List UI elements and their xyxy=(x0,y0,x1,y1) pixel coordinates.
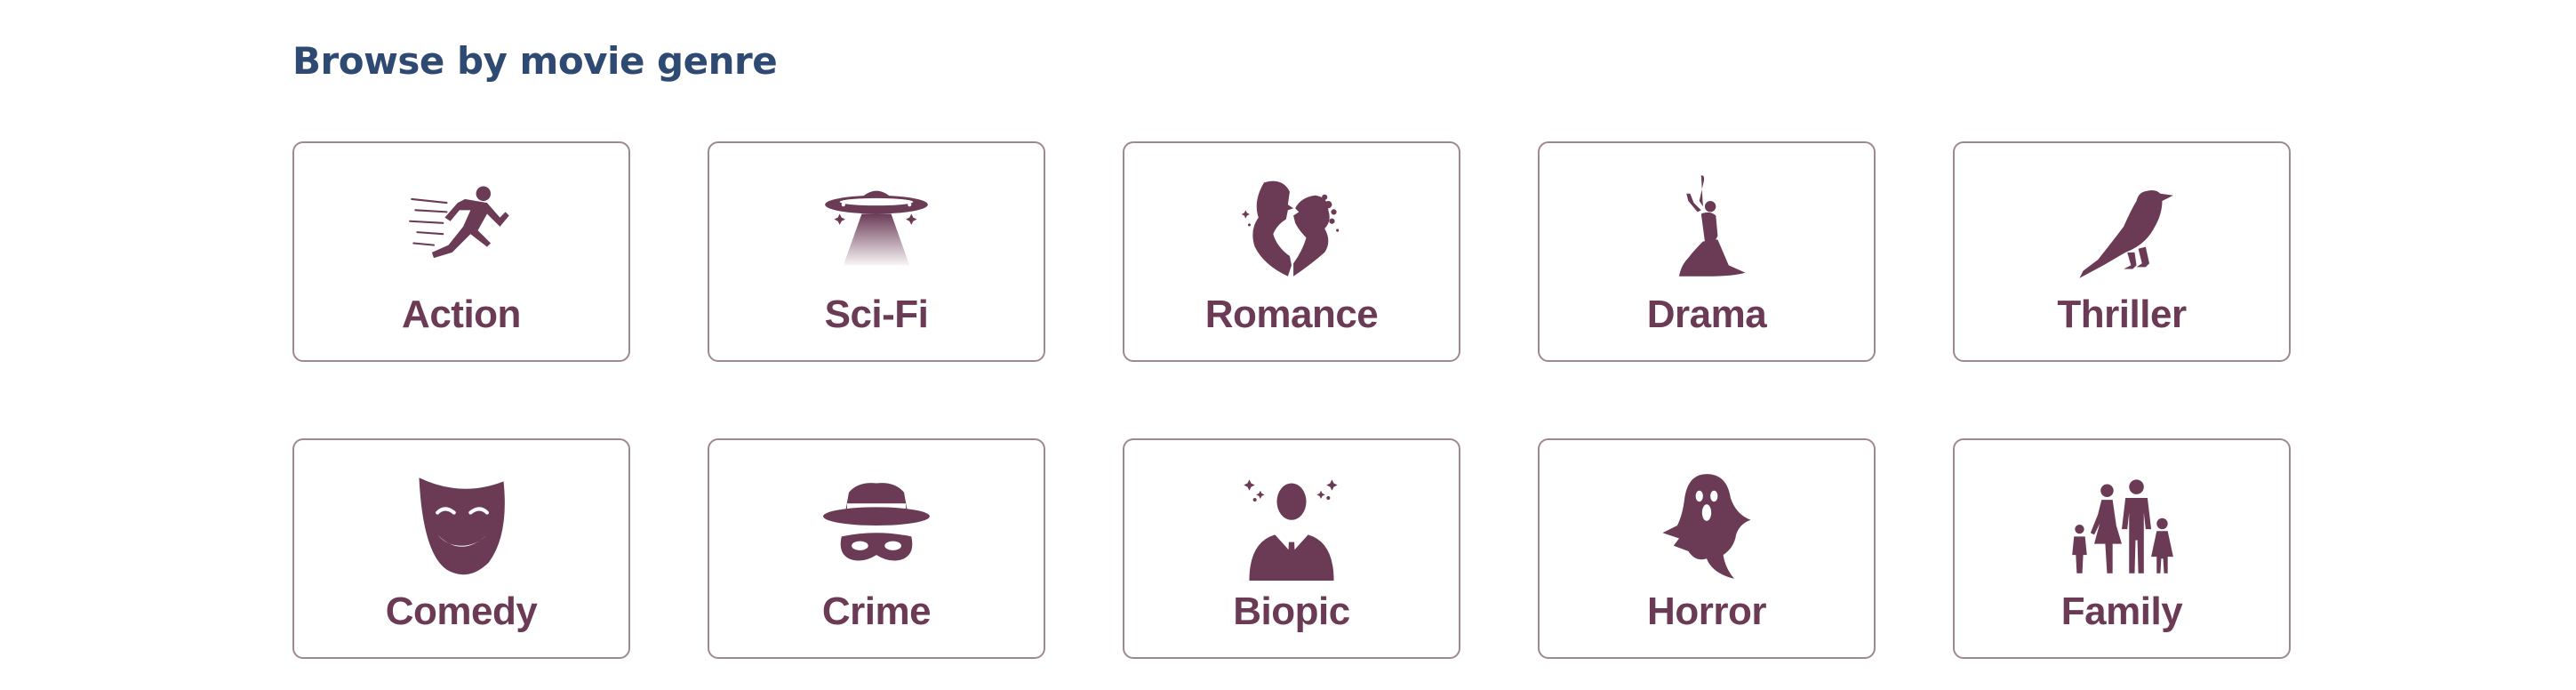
genre-card-drama[interactable]: Drama xyxy=(1538,141,1876,362)
genre-label: Family xyxy=(2060,590,2183,633)
ufo-icon xyxy=(821,173,932,284)
genre-label: Thriller xyxy=(2057,293,2187,336)
genre-card-action[interactable]: Action xyxy=(292,141,630,362)
running-man-icon xyxy=(406,173,516,284)
genre-label: Action xyxy=(402,293,521,336)
genre-card-family[interactable]: Family xyxy=(1953,438,2291,659)
genre-card-biopic[interactable]: Biopic xyxy=(1123,438,1460,659)
comedy-mask-icon xyxy=(406,470,516,581)
businessman-icon xyxy=(1236,470,1347,581)
genre-grid: Action Sci-Fi Romance Drama Thriller Com… xyxy=(0,0,2576,690)
family-icon xyxy=(2067,470,2177,581)
genre-label: Romance xyxy=(1204,293,1379,336)
genre-card-sci-fi[interactable]: Sci-Fi xyxy=(708,141,1045,362)
genre-card-comedy[interactable]: Comedy xyxy=(292,438,630,659)
genre-label: Comedy xyxy=(385,590,538,633)
dancer-icon xyxy=(1652,173,1762,284)
genre-card-romance[interactable]: Romance xyxy=(1123,141,1460,362)
raven-icon xyxy=(2067,173,2177,284)
ghost-icon xyxy=(1652,470,1762,581)
masked-criminal-icon xyxy=(821,470,932,581)
genre-card-horror[interactable]: Horror xyxy=(1538,438,1876,659)
genre-label: Biopic xyxy=(1233,590,1350,633)
genre-card-thriller[interactable]: Thriller xyxy=(1953,141,2291,362)
genre-label: Drama xyxy=(1646,293,1767,336)
genre-card-crime[interactable]: Crime xyxy=(708,438,1045,659)
genre-label: Sci-Fi xyxy=(824,293,929,336)
genre-label: Crime xyxy=(821,590,932,633)
genre-label: Horror xyxy=(1647,590,1766,633)
kissing-couple-icon xyxy=(1236,173,1347,284)
